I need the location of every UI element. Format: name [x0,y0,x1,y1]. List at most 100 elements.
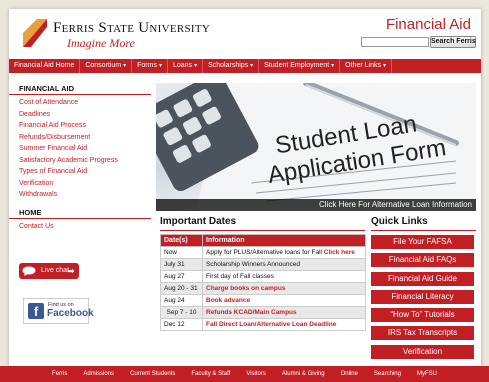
date-cell: Now [160,246,203,259]
date-cell: Dec 12 [160,318,203,331]
chevron-down-icon: ▾ [250,63,254,69]
arrow-right-icon: ➡ [67,266,75,276]
footer-link-searching[interactable]: Searching [366,371,409,377]
nav-item-label: Forms [137,62,157,69]
nav-item-financial-aid-home[interactable]: Financial Aid Home [9,59,81,73]
nav-item-label: Loans [172,62,193,69]
chat-bubble-icon [22,266,36,276]
chevron-down-icon: ▾ [382,63,386,69]
info-text: Charge books on campus [206,285,286,292]
nav-item-label: Other Links [345,62,381,69]
footer-link-faculty-staff[interactable]: Faculty & Staff [183,371,238,377]
nav-item-label: Financial Aid Home [14,62,75,69]
quick-link-financial-aid-faqs[interactable]: Financial Aid FAQs [371,253,474,268]
footer-link-admissions[interactable]: Admissions [75,371,122,377]
sidebar-heading-financial-aid: FINANCIAL AID [9,83,151,95]
nav-item-other-links[interactable]: Other Links ▾ [340,59,392,73]
nav-item-label: Consortium [85,62,122,69]
footer-link-visitors[interactable]: Visitors [238,371,274,377]
quick-link-verification[interactable]: Verification [371,344,474,359]
nav-item-scholarships[interactable]: Scholarships ▾ [203,59,260,73]
important-dates-title: Important Dates [160,216,237,227]
info-cell[interactable]: Fall Direct Loan/Alternative Loan Deadli… [202,318,366,331]
table-row: Dec 12 Fall Direct Loan/Alternative Loan … [160,318,366,331]
main-nav: Financial Aid Home Consortium ▾ Forms ▾ Loans… [9,59,481,73]
site-header: Ferris State University Imagine More Fin… [9,9,481,56]
facebook-icon: f [28,303,44,319]
sidebar-item-summer-financial-aid[interactable]: Summer Financial Aid [9,143,151,155]
nav-item-label: Student Employment [264,62,330,69]
facebook-badge[interactable]: f Find us on Facebook [23,298,94,324]
search-button[interactable]: Search Ferris [430,36,476,48]
table-row: Aug 24 Book advance [160,294,366,307]
footer-link-alumni-giving[interactable]: Alumni & Giving [274,371,333,377]
quick-links-list: File Your FAFSA Financial Aid FAQs Financi… [371,235,476,363]
footer-link-myfsu[interactable]: MyFSU [409,371,445,377]
table-row: Now Apply for PLUS/Alternative loans for … [160,246,366,259]
table-row: Sep 7 - 10 Refunds KCAD/Main Campus [160,306,366,319]
quick-links-title: Quick Links [371,216,428,227]
nav-item-forms[interactable]: Forms ▾ [132,59,168,73]
sidebar-item-deadlines[interactable]: Deadlines [9,109,151,121]
sidebar-item-refunds-disbursement[interactable]: Refunds/Disbursement [9,132,151,144]
sidebar-item-withdrawals[interactable]: Withdrawals [9,189,151,201]
info-text: Refunds KCAD/Main Campus [206,309,297,316]
quick-links-divider [371,230,476,231]
quick-link-file-your-fafsa[interactable]: File Your FAFSA [371,235,474,249]
quick-link-financial-aid-guide[interactable]: Financial Aid Guide [371,271,474,286]
info-cell[interactable]: Book advance [202,294,366,307]
table-row: Aug 20 - 31 Charge books on campus [160,282,366,295]
quick-link-financial-literacy[interactable]: Financial Literacy [371,289,474,304]
quick-link-irs-tax-transcripts[interactable]: IRS Tax Transcripts [371,326,474,341]
live-chat-button[interactable]: Live chat ➡ [19,263,79,279]
chevron-down-icon: ▾ [158,63,162,69]
chevron-down-icon: ▾ [123,63,127,69]
university-tagline: Imagine More [67,36,135,50]
university-name[interactable]: Ferris State University [53,20,210,37]
quick-link-how-to-tutorials[interactable]: “How To” Tutorials [371,308,474,323]
hero-caption-link[interactable]: Click Here For Alternative Loan Informat… [156,199,476,211]
footer-link-current-students[interactable]: Current Students [122,371,183,377]
sidebar-list-financial-aid: Cost of Attendance Deadlines Financial Aid… [9,97,151,201]
date-cell: Aug 24 [160,294,203,307]
info-cell: First day of Fall classes [202,270,366,283]
info-text: First day of Fall classes [206,273,274,280]
sidebar-heading-home: HOME [9,207,151,219]
form-title-graphic: Student Loan Application Form [266,110,448,189]
hero-banner[interactable]: Student Loan Application Form Click Here… [156,83,476,211]
header-date: Date(s) [160,234,203,247]
nav-item-student-employment[interactable]: Student Employment ▾ [259,59,341,73]
info-cell: Scholarship Winners Announced [202,258,366,271]
info-cell[interactable]: Charge books on campus [202,282,366,295]
sidebar-item-contact-us[interactable]: Contact Us [9,221,151,233]
search-input[interactable] [361,37,429,47]
footer-link-online[interactable]: Online [333,371,366,377]
info-text: Apply for PLUS/Alternative loans for Fal… [206,249,322,256]
ferris-logo-icon[interactable] [23,19,47,47]
table-header-row: Date(s) Information [160,234,366,247]
important-dates-divider [160,230,365,231]
page-container: Ferris State University Imagine More Fin… [9,9,481,367]
info-text: Book advance [206,297,251,304]
table-row: Aug 27 First day of Fall classes [160,270,366,283]
sidebar-item-cost-of-attendance[interactable]: Cost of Attendance [9,97,151,109]
sidebar-item-financial-aid-process[interactable]: Financial Aid Process [9,120,151,132]
footer-link-ferris[interactable]: Ferris [44,371,75,377]
header-information: Information [202,234,366,247]
info-cell[interactable]: Refunds KCAD/Main Campus [202,306,366,319]
chevron-down-icon: ▾ [194,63,198,69]
info-text: Scholarship Winners Announced [206,261,300,268]
sidebar-item-satisfactory-academic-progress[interactable]: Satisfactory Academic Progress [9,155,151,167]
sidebar-item-verification[interactable]: Verification [9,178,151,190]
facebook-name: Facebook [47,308,94,319]
click-here-link[interactable]: Click here [324,249,355,256]
nav-item-consortium[interactable]: Consortium ▾ [80,59,133,73]
live-chat-label: Live chat [41,267,70,274]
nav-item-loans[interactable]: Loans ▾ [168,59,204,73]
sidebar-item-types-of-financial-aid[interactable]: Types of Financial Aid [9,166,151,178]
info-cell: Apply for PLUS/Alternative loans for Fal… [202,246,366,259]
page-title: Financial Aid [385,16,471,33]
date-cell: July 31 [160,258,203,271]
date-cell: Aug 20 - 31 [160,282,203,295]
date-cell: Sep 7 - 10 [160,306,203,319]
